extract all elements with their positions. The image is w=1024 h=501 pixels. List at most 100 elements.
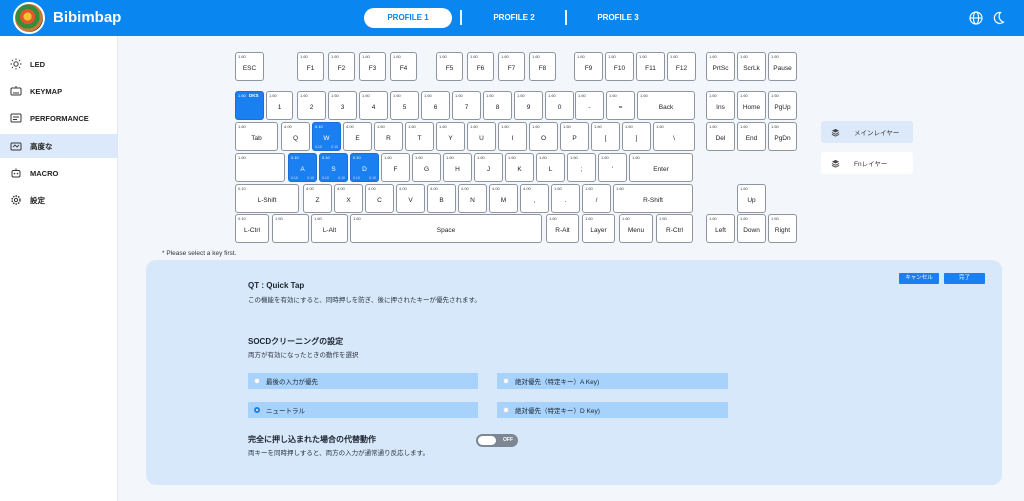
key-symbol[interactable]: 1.60 = (606, 91, 635, 120)
key-down[interactable]: 1.60 Down (737, 214, 766, 243)
key-f4[interactable]: 1.60 F4 (390, 52, 417, 81)
key-symbol[interactable]: 4.00, (520, 184, 549, 213)
key-b[interactable]: 4.00 B (427, 184, 456, 213)
key-symbol[interactable]: 1.60. (551, 184, 580, 213)
fn-layer-button[interactable]: Fnレイヤー (821, 152, 913, 174)
sidebar-item-performance[interactable]: PERFORMANCE (0, 106, 118, 130)
alt-action-toggle[interactable]: OFF (476, 434, 518, 447)
key-f9[interactable]: 1.60 F9 (574, 52, 603, 81)
socd-option-priority-d[interactable]: 絶対優先（特定キー）D Key) (497, 402, 728, 418)
tab-profile-3[interactable]: PROFILE 3 (576, 8, 660, 28)
key-f5[interactable]: 1.60 F5 (436, 52, 463, 81)
key-ins[interactable]: 1.60 Ins (706, 91, 735, 120)
cancel-button[interactable]: キャンセル (899, 273, 939, 284)
key-enter[interactable]: 1.60 Enter (629, 153, 693, 182)
key-esc[interactable]: 1.60 ESC (235, 52, 264, 81)
key-right[interactable]: 1.60 Right (768, 214, 797, 243)
key-tab[interactable]: 1.60 Tab (235, 122, 278, 151)
key-w[interactable]: 0.10 W 0.10 0.10 (312, 122, 341, 151)
key-space[interactable]: 1.60 Space (350, 214, 542, 243)
key-symbol[interactable]: 1.60] (622, 122, 651, 151)
key-f3[interactable]: 1.60 F3 (359, 52, 386, 81)
key-home[interactable]: 1.60 Home (737, 91, 766, 120)
tab-profile-1[interactable]: PROFILE 1 (364, 8, 452, 28)
sidebar-item-advanced[interactable]: 高度な (0, 134, 118, 158)
key-s[interactable]: 0.10 S 0.10 0.10 (319, 153, 348, 182)
sidebar-item-settings[interactable]: 設定 (0, 188, 118, 212)
key-pgdn[interactable]: 1.60 PgDn (768, 122, 797, 151)
sidebar-item-macro[interactable]: MACRO (0, 161, 118, 185)
tab-profile-2[interactable]: PROFILE 2 (472, 8, 556, 28)
key-m[interactable]: 4.00 M (489, 184, 518, 213)
socd-option-neutral[interactable]: ニュートラル (248, 402, 478, 418)
key-f8[interactable]: 1.60 F8 (529, 52, 556, 81)
key-f1[interactable]: 1.60 F1 (297, 52, 324, 81)
key-l[interactable]: 1.60 L (536, 153, 565, 182)
globe-icon[interactable] (968, 10, 984, 26)
key-back[interactable]: 1.60 Back (637, 91, 695, 120)
key-p[interactable]: 1.60 P (560, 122, 589, 151)
key-symbol[interactable]: 1.60; (567, 153, 596, 182)
key-9[interactable]: 1.60 9 (514, 91, 543, 120)
key-blank[interactable]: 1.60 DKS (235, 91, 264, 120)
key-l-ctrl[interactable]: 0.10 L-Ctrl (235, 214, 269, 243)
key-o[interactable]: 1.60 O (529, 122, 558, 151)
key-l-shift[interactable]: 0.10 L-Shift (235, 184, 299, 213)
key-symbol[interactable]: 1.60- (575, 91, 604, 120)
key-6[interactable]: 1.60 6 (421, 91, 450, 120)
key-8[interactable]: 1.60 8 (483, 91, 512, 120)
key-f12[interactable]: 1.60 F12 (667, 52, 696, 81)
key-f10[interactable]: 1.60 F10 (605, 52, 634, 81)
key-e[interactable]: 4.00 E (343, 122, 372, 151)
key-f[interactable]: 1.60 F (381, 153, 410, 182)
key-f2[interactable]: 1.60 F2 (328, 52, 355, 81)
key-3[interactable]: 1.60 3 (328, 91, 357, 120)
key-v[interactable]: 4.00 V (396, 184, 425, 213)
key-q[interactable]: 4.00 Q (281, 122, 310, 151)
key-blank[interactable]: 1.60 (235, 153, 285, 182)
key-pgup[interactable]: 1.60 PgUp (768, 91, 797, 120)
key-t[interactable]: 1.60 T (405, 122, 434, 151)
key-4[interactable]: 1.60 4 (359, 91, 388, 120)
key-left[interactable]: 1.60 Left (706, 214, 735, 243)
key-k[interactable]: 1.60 K (505, 153, 534, 182)
key-j[interactable]: 1.60 J (474, 153, 503, 182)
key-c[interactable]: 4.00 C (365, 184, 394, 213)
key-u[interactable]: 1.60 U (467, 122, 496, 151)
key-r-alt[interactable]: 1.60 R-Alt (546, 214, 579, 243)
key-7[interactable]: 1.60 7 (452, 91, 481, 120)
key-r-shift[interactable]: 1.60 R-Shift (613, 184, 693, 213)
key-l-alt[interactable]: 1.60 L-Alt (311, 214, 348, 243)
key-1[interactable]: 1.60 1 (266, 91, 293, 120)
key-r[interactable]: 1.60 R (374, 122, 403, 151)
key-layer[interactable]: 1.60 Layer (582, 214, 615, 243)
socd-option-last-input[interactable]: 最後の入力が優先 (248, 373, 478, 389)
key-up[interactable]: 1.60 Up (737, 184, 766, 213)
key-i[interactable]: 1.60 I (498, 122, 527, 151)
done-button[interactable]: 完了 (944, 273, 985, 284)
key-h[interactable]: 1.60 H (443, 153, 472, 182)
sidebar-item-led[interactable]: LED (0, 52, 118, 76)
key-y[interactable]: 1.60 Y (436, 122, 465, 151)
key-z[interactable]: 4.00 Z (303, 184, 332, 213)
key-0[interactable]: 1.60 0 (545, 91, 574, 120)
main-layer-button[interactable]: メインレイヤー (821, 121, 913, 143)
key-a[interactable]: 0.10 A 0.10 0.10 (288, 153, 317, 182)
key-symbol[interactable]: 1.60/ (582, 184, 611, 213)
key-symbol[interactable]: 1.60 ' (598, 153, 627, 182)
key-pause[interactable]: 1.60 Pause (768, 52, 797, 81)
key-del[interactable]: 1.60 Del (706, 122, 735, 151)
key-g[interactable]: 1.60 G (412, 153, 441, 182)
moon-icon[interactable] (990, 10, 1006, 26)
socd-option-priority-a[interactable]: 絶対優先（特定キー）A Key) (497, 373, 728, 389)
key-symbol[interactable]: 1.60 \ (653, 122, 695, 151)
key-prtsc[interactable]: 1.60 PrtSc (706, 52, 735, 81)
key-f7[interactable]: 1.60 F7 (498, 52, 525, 81)
key-2[interactable]: 1.60 2 (297, 91, 326, 120)
key-scrlk[interactable]: 1.60 ScrLk (737, 52, 766, 81)
key-menu[interactable]: 1.60 Menu (619, 214, 653, 243)
key-symbol[interactable]: 1.60[ (591, 122, 620, 151)
key-d[interactable]: 0.10 D 0.10 0.10 (350, 153, 379, 182)
key-n[interactable]: 4.00 N (458, 184, 487, 213)
sidebar-item-keymap[interactable]: KEYMAP (0, 79, 118, 103)
